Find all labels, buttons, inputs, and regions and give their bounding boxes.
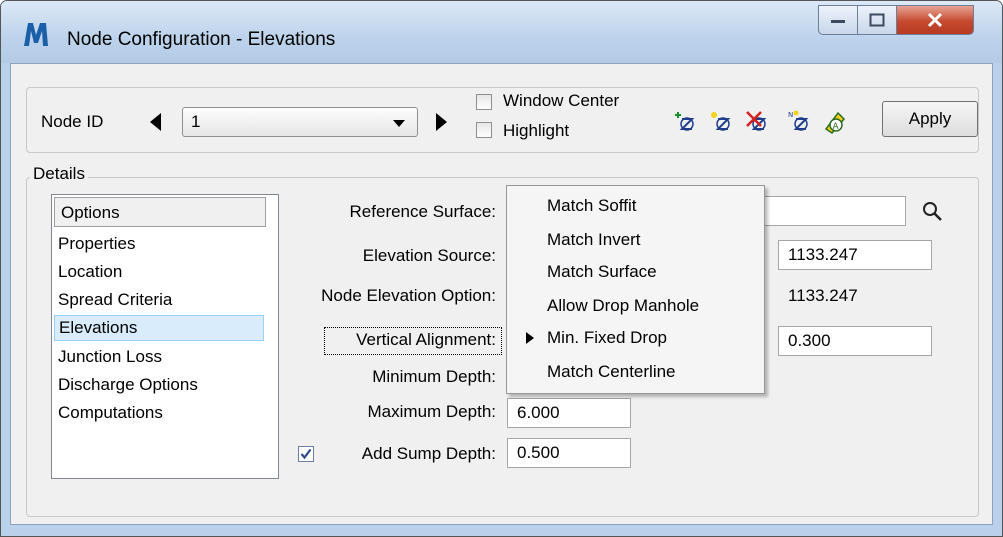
add-node-icon[interactable] [672, 109, 698, 135]
list-item-location[interactable]: Location [58, 259, 122, 285]
menu-item-match-invert[interactable]: Match Invert [547, 230, 641, 250]
checkmark-icon [300, 448, 312, 460]
maximum-depth-value: 6.000 [517, 403, 560, 422]
options-list[interactable]: Options Properties Location Spread Crite… [51, 194, 279, 479]
next-node-icon[interactable] [436, 113, 447, 131]
options-list-header[interactable]: Options [54, 197, 266, 227]
add-sump-depth-value: 0.500 [517, 443, 560, 462]
svg-text:N: N [788, 111, 793, 119]
bentley-icon [24, 23, 48, 46]
minimize-icon [831, 20, 845, 23]
menu-item-match-centerline[interactable]: Match Centerline [547, 362, 676, 382]
list-item-properties[interactable]: Properties [58, 231, 135, 257]
dialog-body: Node ID 1 Window Center Highlight N A Ap… [10, 63, 993, 525]
maximize-icon [869, 13, 885, 27]
edit-node-icon[interactable]: N [786, 109, 812, 135]
node-report-icon[interactable]: A [822, 109, 848, 135]
title-bar[interactable]: Node Configuration - Elevations [1, 1, 1002, 63]
menu-item-match-surface[interactable]: Match Surface [547, 262, 657, 282]
selected-arrow-icon [526, 332, 534, 344]
menu-item-match-soffit[interactable]: Match Soffit [547, 196, 636, 216]
highlight-checkbox[interactable] [476, 122, 492, 138]
details-group-label: Details [30, 164, 88, 184]
node-elevation-option-label: Node Elevation Option: [321, 286, 496, 305]
minimum-depth-label: Minimum Depth: [372, 367, 496, 386]
maximize-button[interactable] [857, 5, 897, 35]
highlight-label: Highlight [503, 121, 570, 140]
menu-item-min-fixed-drop[interactable]: Min. Fixed Drop [547, 328, 667, 348]
options-list-header-label: Options [61, 203, 120, 222]
vertical-alignment-dropdown[interactable]: Match Soffit Match Invert Match Surface … [506, 185, 765, 394]
minimize-button[interactable] [818, 5, 858, 35]
reference-surface-field[interactable] [758, 196, 906, 226]
elevation-source-label: Elevation Source: [362, 246, 496, 265]
reference-surface-label: Reference Surface: [349, 202, 496, 221]
list-item-elevations[interactable]: Elevations [54, 315, 264, 341]
add-sump-depth-checkbox[interactable] [298, 446, 314, 462]
list-item-spread-criteria[interactable]: Spread Criteria [58, 287, 172, 313]
menu-item-allow-drop-manhole[interactable]: Allow Drop Manhole [547, 296, 699, 316]
add-sump-depth-label: Add Sump Depth: [361, 444, 496, 463]
node-id-label: Node ID [41, 112, 104, 131]
add-sump-depth-field[interactable]: 0.500 [507, 438, 631, 468]
node-id-select[interactable]: 1 [182, 107, 418, 137]
close-button[interactable] [896, 5, 974, 35]
node-id-value: 1 [191, 112, 201, 131]
window-center-label: Window Center [503, 91, 620, 110]
node-elevation-option-value: 1133.247 [788, 286, 858, 305]
dialog-window: Node Configuration - Elevations Node ID … [0, 0, 1003, 537]
elevation-source-value: 1133.247 [788, 245, 858, 264]
place-node-icon[interactable] [708, 109, 734, 135]
window-center-checkbox[interactable] [476, 94, 492, 110]
delete-node-icon[interactable] [744, 109, 770, 135]
apply-button[interactable]: Apply [882, 101, 978, 137]
maximum-depth-field[interactable]: 6.000 [507, 398, 631, 428]
window-title: Node Configuration - Elevations [67, 29, 336, 50]
previous-node-icon[interactable] [150, 113, 161, 131]
focus-indicator [324, 327, 502, 355]
vertical-alignment-field[interactable]: 0.300 [778, 326, 932, 356]
maximum-depth-label: Maximum Depth: [367, 402, 496, 421]
svg-text:A: A [833, 122, 840, 132]
search-icon[interactable] [921, 200, 943, 222]
vertical-alignment-value: 0.300 [788, 331, 831, 350]
chevron-down-icon [393, 120, 405, 127]
list-item-computations[interactable]: Computations [58, 400, 163, 426]
close-icon [927, 12, 943, 28]
list-item-junction-loss[interactable]: Junction Loss [58, 344, 162, 370]
list-item-discharge-options[interactable]: Discharge Options [58, 372, 198, 398]
elevation-source-field[interactable]: 1133.247 [778, 240, 932, 270]
